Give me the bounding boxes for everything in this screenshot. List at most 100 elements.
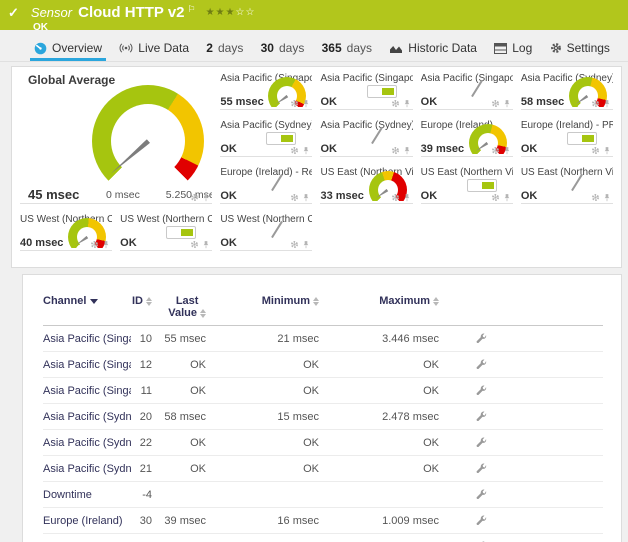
pin-icon[interactable] <box>403 193 411 202</box>
tab-2-days-word: days <box>218 41 243 55</box>
wrench-icon[interactable] <box>476 358 487 369</box>
pin-icon[interactable] <box>603 146 611 155</box>
tab-live-data[interactable]: Live Data <box>115 39 193 61</box>
channel-panel[interactable]: Asia Pacific (Sydney) 58 msec <box>521 71 613 110</box>
pin-icon[interactable] <box>503 99 511 108</box>
channel-row[interactable]: Europe (Ireland) - PRTG Cl... 32 OK OK O… <box>43 534 603 542</box>
gear-icon[interactable] <box>491 99 500 108</box>
tab-bar: Overview Live Data 2 days 30 days 365 da… <box>0 30 628 62</box>
pin-icon[interactable] <box>403 146 411 155</box>
channel-panel[interactable]: US West (Northern California)... OK <box>220 212 312 251</box>
channel-value: 58 msec <box>521 96 564 108</box>
channel-name[interactable]: Asia Pacific (Singapore) - ... <box>43 378 131 404</box>
channel-id: 20 <box>131 404 152 430</box>
channel-row[interactable]: Asia Pacific (Sydney) - Re... 21 OK OK O… <box>43 456 603 482</box>
gear-icon[interactable] <box>591 99 600 108</box>
channel-row[interactable]: Asia Pacific (Sydney) 20 58 msec 15 msec… <box>43 404 603 430</box>
stars-filled[interactable]: ★★★ <box>206 7 236 18</box>
channel-row[interactable]: Asia Pacific (Singapore) 10 55 msec 21 m… <box>43 326 603 352</box>
channel-name[interactable]: Asia Pacific (Sydney) <box>43 404 131 430</box>
channel-panel[interactable]: Europe (Ireland) - Response C... OK <box>220 165 312 204</box>
channel-name[interactable]: Asia Pacific (Sydney) - Re... <box>43 456 131 482</box>
tab-365-days[interactable]: 365 days <box>318 39 376 61</box>
gear-icon[interactable] <box>491 193 500 202</box>
global-average-panel[interactable]: Global Average 0 msec 5.250 msec 45 msec <box>20 71 212 204</box>
channel-panel[interactable]: Asia Pacific (Singapore) - PR... OK <box>320 71 412 110</box>
column-header-minimum[interactable]: Minimum <box>206 283 319 326</box>
channel-name[interactable]: Europe (Ireland) <box>43 508 131 534</box>
channel-panel[interactable]: Europe (Ireland) - PRTG Cloud... OK <box>521 118 613 157</box>
gear-icon[interactable] <box>290 240 299 249</box>
wrench-icon[interactable] <box>476 410 487 421</box>
pin-icon[interactable] <box>302 193 310 202</box>
wrench-icon[interactable] <box>476 332 487 343</box>
gear-icon[interactable] <box>391 146 400 155</box>
gear-icon[interactable] <box>391 99 400 108</box>
channel-panel[interactable]: US West (Northern California)... OK <box>120 212 212 251</box>
flag-icon[interactable]: ⚐ <box>188 4 196 15</box>
channel-name[interactable]: Asia Pacific (Sydney) - PR... <box>43 430 131 456</box>
wrench-icon[interactable] <box>476 384 487 395</box>
channel-name[interactable]: Asia Pacific (Singapore) - ... <box>43 352 131 378</box>
channel-panel[interactable]: Asia Pacific (Sydney) - Respo... OK <box>320 118 412 157</box>
gear-icon[interactable] <box>290 146 299 155</box>
tab-30-days[interactable]: 30 days <box>257 39 309 61</box>
channel-id: 21 <box>131 456 152 482</box>
gear-icon[interactable] <box>90 240 99 249</box>
wrench-icon[interactable] <box>476 436 487 447</box>
channel-panel[interactable]: Asia Pacific (Singapore) 55 msec <box>220 71 312 110</box>
priority-stars[interactable]: ★★★☆☆ <box>206 7 256 18</box>
gear-icon[interactable] <box>190 240 199 249</box>
pin-icon[interactable] <box>503 146 511 155</box>
tab-2-days[interactable]: 2 days <box>202 39 247 61</box>
channel-last-value: OK <box>152 534 206 542</box>
pin-icon[interactable] <box>603 193 611 202</box>
pin-icon[interactable] <box>503 193 511 202</box>
tab-log[interactable]: Log <box>490 39 536 61</box>
channel-minimum: 15 msec <box>206 404 319 430</box>
gear-icon[interactable] <box>290 99 299 108</box>
gear-icon[interactable] <box>591 193 600 202</box>
wrench-icon[interactable] <box>476 514 487 525</box>
column-header-id[interactable]: ID <box>131 283 152 326</box>
channel-row[interactable]: Europe (Ireland) 30 39 msec 16 msec 1.00… <box>43 508 603 534</box>
channel-row[interactable]: Asia Pacific (Singapore) - ... 11 OK OK … <box>43 378 603 404</box>
tab-settings[interactable]: Settings <box>546 39 614 61</box>
gear-icon[interactable] <box>391 193 400 202</box>
channel-name[interactable]: Downtime <box>43 482 131 508</box>
pin-icon[interactable] <box>202 240 210 249</box>
channel-panel[interactable]: US East (Northern Virginia) - ... OK <box>521 165 613 204</box>
pin-icon[interactable] <box>102 240 110 249</box>
channel-row[interactable]: Downtime -4 <box>43 482 603 508</box>
column-header-channel[interactable]: Channel <box>43 283 131 326</box>
stars-empty[interactable]: ☆☆ <box>236 7 256 18</box>
pin-icon[interactable] <box>603 99 611 108</box>
tab-overview[interactable]: Overview <box>30 39 106 61</box>
channel-panel[interactable]: Europe (Ireland) 39 msec <box>421 118 513 157</box>
channel-name[interactable]: Europe (Ireland) - PRTG Cl... <box>43 534 131 542</box>
channel-panel[interactable]: US East (Northern Virginia) - ... OK <box>421 165 513 204</box>
column-header-last-value[interactable]: Last Value <box>152 283 206 326</box>
channel-panel[interactable]: Asia Pacific (Sydney) - PRTG ... OK <box>220 118 312 157</box>
channel-row[interactable]: Asia Pacific (Sydney) - PR... 22 OK OK O… <box>43 430 603 456</box>
channel-row[interactable]: Asia Pacific (Singapore) - ... 12 OK OK … <box>43 352 603 378</box>
column-header-maximum[interactable]: Maximum <box>319 283 439 326</box>
channel-name[interactable]: Asia Pacific (Singapore) <box>43 326 131 352</box>
channel-panel[interactable]: US East (Northern Virginia) 33 msec <box>320 165 412 204</box>
pin-icon[interactable] <box>403 99 411 108</box>
gear-icon[interactable] <box>591 146 600 155</box>
channel-last-value: OK <box>152 456 206 482</box>
tab-historic-data[interactable]: Historic Data <box>385 39 481 61</box>
gear-icon[interactable] <box>190 193 199 202</box>
pin-icon[interactable] <box>302 146 310 155</box>
wrench-icon[interactable] <box>476 488 487 499</box>
channel-panel[interactable]: Asia Pacific (Singapore) - Res... OK <box>421 71 513 110</box>
gear-icon[interactable] <box>290 193 299 202</box>
pin-icon[interactable] <box>302 240 310 249</box>
pin-icon[interactable] <box>202 193 210 202</box>
gear-icon[interactable] <box>491 146 500 155</box>
wrench-icon[interactable] <box>476 462 487 473</box>
channel-last-value: OK <box>152 430 206 456</box>
channel-panel[interactable]: US West (Northern California) 40 msec <box>20 212 112 251</box>
pin-icon[interactable] <box>302 99 310 108</box>
